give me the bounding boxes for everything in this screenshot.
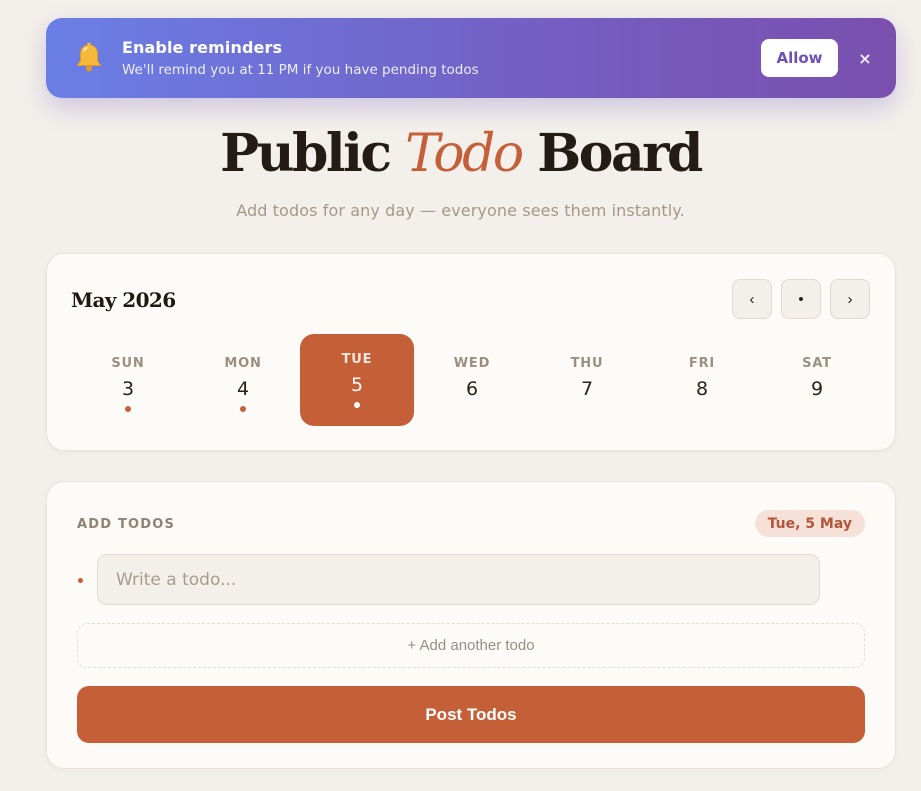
day-number: 9 (810, 378, 824, 400)
todo-input[interactable] (97, 554, 820, 605)
day-sat[interactable]: SAT 9 (760, 334, 874, 426)
post-todos-button[interactable]: Post Todos (77, 686, 865, 743)
page-title: Public Todo Board (0, 123, 921, 184)
day-name: THU (570, 356, 604, 371)
bell-icon (72, 41, 106, 75)
title-part-1: Public (220, 123, 406, 184)
todo-indicator-dot (125, 406, 131, 412)
day-name: WED (453, 356, 491, 371)
todo-indicator-dot (354, 402, 360, 408)
calendar-nav: ‹ • › (732, 279, 870, 319)
day-number: 8 (695, 378, 709, 400)
day-tue[interactable]: TUE 5 (300, 334, 414, 426)
day-name: SUN (111, 356, 145, 371)
month-label: May 2026 (71, 288, 176, 312)
day-mon[interactable]: MON 4 (186, 334, 300, 426)
allow-button[interactable]: Allow (761, 39, 838, 77)
todo-indicator-dot (240, 406, 246, 412)
day-thu[interactable]: THU 7 (530, 334, 644, 426)
day-number: 3 (121, 378, 135, 400)
close-icon[interactable]: × (858, 49, 872, 68)
week-days: SUN 3 MON 4 TUE 5 WED 6 THU 7 FRI 8 SAT … (71, 334, 875, 426)
day-number: 5 (350, 374, 364, 396)
calendar-card: May 2026 ‹ • › SUN 3 MON 4 TUE 5 WED 6 T… (46, 253, 896, 451)
selected-date-badge: Tue, 5 May (754, 510, 865, 537)
today-button[interactable]: • (781, 279, 821, 319)
add-another-todo-button[interactable]: + Add another todo (77, 623, 865, 668)
day-name: FRI (688, 356, 716, 371)
banner-title: Enable reminders (122, 38, 283, 57)
reminder-banner: Enable reminders We'll remind you at 11 … (46, 18, 896, 98)
banner-subtitle: We'll remind you at 11 PM if you have pe… (122, 62, 479, 78)
day-name: MON (224, 356, 262, 371)
page-subtitle: Add todos for any day — everyone sees th… (236, 201, 685, 220)
day-sun[interactable]: SUN 3 (71, 334, 185, 426)
day-number: 4 (236, 378, 250, 400)
next-week-button[interactable]: › (830, 279, 870, 319)
title-part-2: Board (521, 123, 703, 184)
day-number: 7 (580, 378, 594, 400)
add-todos-card: ADD TODOS Tue, 5 May + Add another todo … (46, 481, 896, 769)
prev-week-button[interactable]: ‹ (732, 279, 772, 319)
day-wed[interactable]: WED 6 (415, 334, 529, 426)
todo-bullet (78, 578, 83, 583)
day-name: SAT (802, 356, 832, 371)
banner-text: Enable reminders We'll remind you at 11 … (122, 38, 761, 78)
title-accent: Todo (405, 124, 524, 184)
day-fri[interactable]: FRI 8 (645, 334, 759, 426)
day-name: TUE (341, 352, 373, 367)
add-todos-label: ADD TODOS (77, 517, 176, 532)
day-number: 6 (465, 378, 479, 400)
